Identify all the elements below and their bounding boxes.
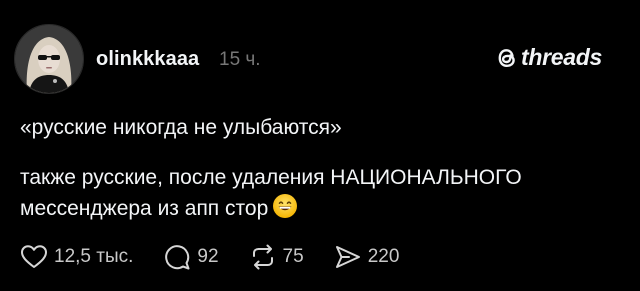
reply-count: 92 [197, 246, 219, 267]
share-count: 220 [367, 246, 400, 267]
username[interactable]: olinkkkaaa [96, 48, 199, 71]
like-count: 12,5 тыс. [54, 246, 134, 267]
heart-icon [21, 245, 47, 268]
send-icon [335, 246, 360, 268]
post-actions: 12,5 тыс. 92 75 220 [20, 243, 429, 271]
post-timestamp: 15 ч. [219, 49, 261, 70]
post-body-text: также русские, после удаления НАЦИОНАЛЬН… [20, 166, 522, 220]
repost-icon [252, 244, 273, 270]
reply-button[interactable]: 92 [163, 243, 219, 271]
post-body: также русские, после удаления НАЦИОНАЛЬН… [20, 163, 620, 228]
share-button[interactable]: 220 [334, 244, 400, 270]
repost-count: 75 [282, 246, 304, 267]
grinning-face-emoji-icon [272, 193, 298, 228]
threads-wordmark: threads [521, 44, 602, 70]
avatar[interactable] [14, 24, 84, 94]
threads-brand: threads [496, 44, 602, 71]
threads-logo-icon [498, 48, 515, 67]
comment-icon [165, 245, 190, 270]
profile-photo [15, 25, 83, 93]
repost-button[interactable]: 75 [249, 244, 304, 270]
like-button[interactable]: 12,5 тыс. [20, 244, 133, 270]
post-quote-text: «русские никогда не улыбаются» [20, 116, 342, 139]
